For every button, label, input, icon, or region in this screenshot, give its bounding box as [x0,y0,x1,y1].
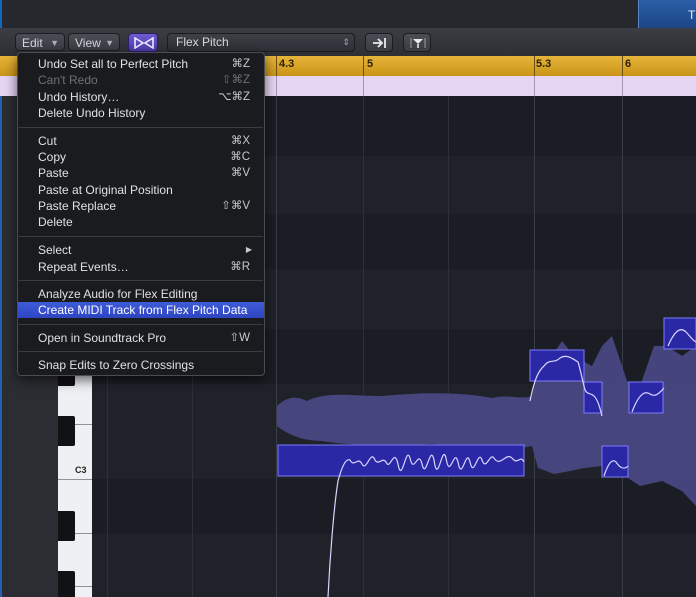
menu-item-redo: Can't Redo ⇧⌘Z [18,72,264,88]
view-menu-button[interactable]: View ▼ [68,33,120,51]
submenu-arrow-icon: ▶ [245,245,252,254]
marker-tick [276,76,277,96]
ruler-bar-label: 5.3 [536,58,552,70]
ruler-bar-label: 4.3 [279,58,295,70]
menu-item-delete[interactable]: Delete [18,214,264,230]
black-key[interactable] [58,571,75,597]
window-top-strip: T [0,0,696,30]
view-menu-label: View [75,36,101,50]
pitch-note [277,444,525,477]
menu-item-undo-history[interactable]: Undo History… ⌥⌘Z [18,89,264,105]
marker-tick [622,76,623,96]
menu-item-label: Analyze Audio for Flex Editing [38,287,198,301]
ruler-tick [363,56,364,76]
edit-menu-label: Edit [22,36,43,50]
black-key[interactable] [58,511,75,541]
menu-item-shortcut: ⌘V [230,167,250,179]
menu-item-label: Paste Replace [38,199,117,213]
menu-item-label: Repeat Events… [38,260,129,274]
pitch-note [628,381,664,414]
menu-separator [19,324,263,325]
pitch-note [529,349,585,382]
chevron-down-icon: ▼ [50,38,59,48]
menu-item-label: Open in Soundtrack Pro [38,331,167,345]
white-key-divider [58,479,92,480]
ruler-tick [534,56,535,76]
ruler-bar-label: 5 [367,58,374,70]
menu-item-label: Snap Edits to Zero Crossings [38,358,195,372]
flex-mode-select[interactable]: Flex Pitch ⇕ [167,33,355,52]
chevron-down-icon: ▼ [105,38,114,48]
link-filter-button[interactable] [403,33,431,52]
menu-item-shortcut: ⌥⌘Z [218,91,250,103]
menu-item-shortcut: ⌘R [230,261,250,273]
menu-item-delete-undo-history[interactable]: Delete Undo History [18,105,264,121]
ruler-tick [276,56,277,76]
menu-separator [19,351,263,352]
menu-item-shortcut: ⌘Z [231,58,250,70]
menu-item-shortcut: ⌘X [230,135,250,147]
menu-item-label: Paste [38,166,69,180]
menu-item-paste[interactable]: Paste ⌘V [18,165,264,181]
flex-pitch-icon [134,37,154,49]
menu-item-undo[interactable]: Undo Set all to Perfect Pitch ⌘Z [18,56,264,72]
menu-item-label: Can't Redo [38,73,98,87]
track-tab-label: T [688,8,696,22]
menu-separator [19,280,263,281]
black-key[interactable] [58,416,75,446]
marker-tick [363,76,364,96]
menu-item-select[interactable]: Select ▶ [18,242,264,258]
menu-item-label: Delete [38,215,73,229]
catch-playhead-icon [373,38,386,48]
flex-mode-value: Flex Pitch [176,35,229,49]
flex-mode-button[interactable] [128,33,158,52]
menu-item-shortcut: ⇧⌘V [221,200,250,212]
menu-item-open-soundtrack-pro[interactable]: Open in Soundtrack Pro ⇧W [18,330,264,346]
ruler-bar-label: 6 [625,58,632,70]
edit-menu: Undo Set all to Perfect Pitch ⌘Z Can't R… [17,52,265,376]
menu-item-label: Select [38,243,72,257]
menu-item-label: Undo Set all to Perfect Pitch [38,57,189,71]
track-tab[interactable]: T [638,0,696,28]
menu-item-paste-replace[interactable]: Paste Replace ⇧⌘V [18,198,264,214]
link-filter-icon [410,38,426,48]
window-edge [0,0,2,30]
ruler-tick [622,56,623,76]
window-edge [0,96,2,597]
audio-waveform [277,336,696,506]
menu-item-label: Cut [38,134,57,148]
marker-tick [534,76,535,96]
menu-item-shortcut: ⌘C [230,151,250,163]
catch-playhead-button[interactable] [365,33,393,52]
menu-separator [19,127,263,128]
stepper-icon: ⇕ [342,37,350,47]
menu-item-shortcut: ⇧W [229,332,251,344]
c3-key-label: C3 [75,465,87,475]
menu-item-snap-zero-crossings[interactable]: Snap Edits to Zero Crossings [18,357,264,373]
menu-item-label: Paste at Original Position [38,183,173,197]
menu-item-repeat-events[interactable]: Repeat Events… ⌘R [18,259,264,275]
menu-item-analyze-audio[interactable]: Analyze Audio for Flex Editing [18,286,264,302]
menu-item-label: Undo History… [38,90,120,104]
edit-menu-button[interactable]: Edit ▼ [15,33,65,51]
menu-item-label: Copy [38,150,67,164]
menu-separator [19,236,263,237]
menu-item-cut[interactable]: Cut ⌘X [18,133,264,149]
menu-item-shortcut: ⇧⌘Z [221,74,250,86]
menu-item-label: Create MIDI Track from Flex Pitch Data [38,303,248,317]
menu-item-copy[interactable]: Copy ⌘C [18,149,264,165]
menu-item-create-midi-track[interactable]: Create MIDI Track from Flex Pitch Data [18,302,264,318]
menu-item-paste-original-position[interactable]: Paste at Original Position [18,182,264,198]
menu-item-label: Delete Undo History [38,106,146,120]
